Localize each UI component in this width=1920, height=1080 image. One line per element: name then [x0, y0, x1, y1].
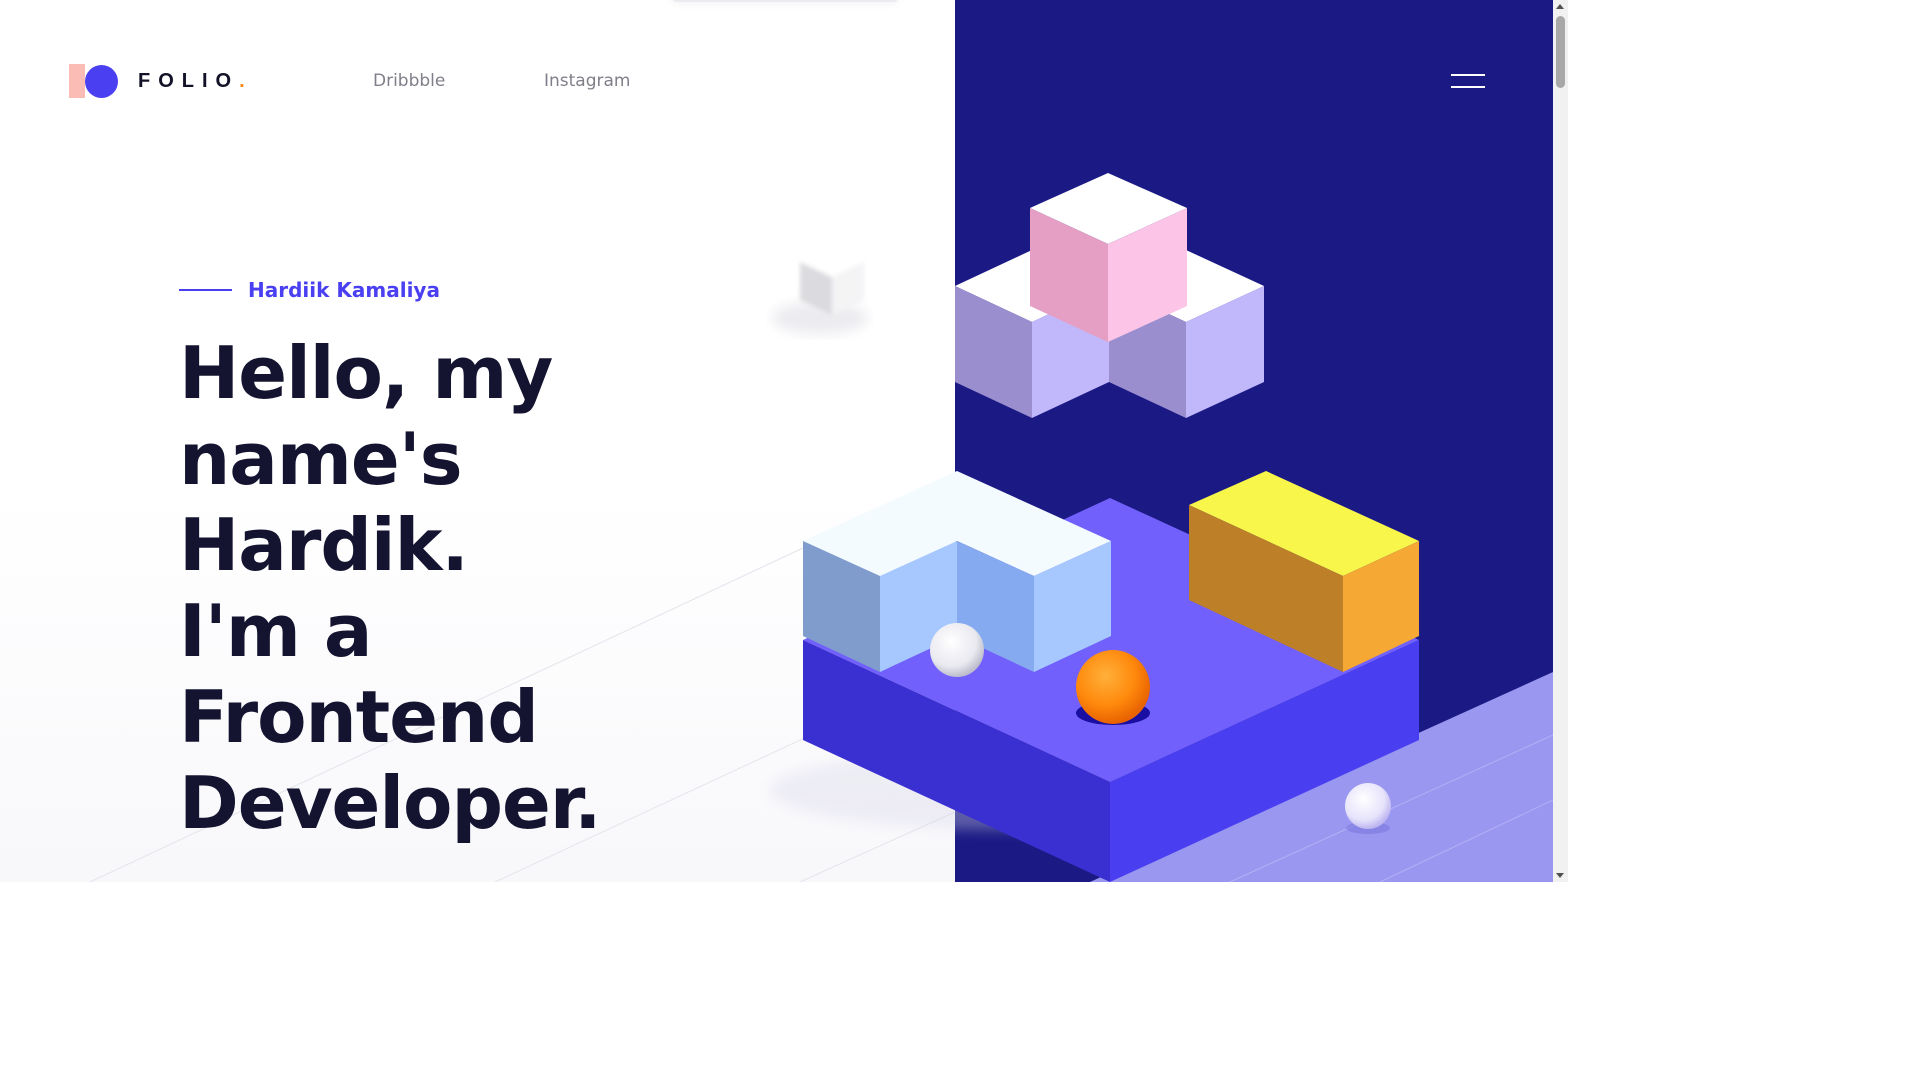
top-floating-shadow — [672, 0, 898, 2]
menu-line-bottom — [1451, 86, 1485, 88]
logo-circle — [85, 65, 118, 98]
logo-text: FOLIO — [138, 69, 240, 92]
hero-line: Hardik. — [179, 503, 469, 587]
logo[interactable]: FOLIO. — [69, 64, 245, 98]
hero-line: I'm a — [179, 589, 373, 673]
white-ball — [930, 623, 984, 677]
logo-wordmark: FOLIO. — [138, 70, 245, 93]
nav-link-instagram[interactable]: Instagram — [544, 71, 631, 91]
menu-line-top — [1451, 74, 1485, 76]
eyebrow-name: Hardiik Kamaliya — [248, 278, 440, 302]
orange-ball — [1076, 650, 1150, 725]
logo-rect — [69, 64, 85, 98]
scroll-down-arrow-icon[interactable] — [1556, 873, 1564, 878]
page-scrollbar[interactable] — [1553, 0, 1568, 882]
hero-line: Hello, my — [179, 331, 553, 415]
hamburger-menu-icon[interactable] — [1451, 74, 1485, 90]
top-cube-cluster — [955, 173, 1264, 418]
hero-heading: Hello, my name's Hardik. I'm a Frontend … — [179, 330, 739, 846]
hero-line: Developer. — [179, 761, 601, 845]
nav-link-dribbble[interactable]: Dribbble — [373, 71, 445, 91]
scroll-thumb[interactable] — [1556, 16, 1565, 88]
logo-dot: . — [239, 69, 245, 92]
eyebrow-line — [179, 289, 232, 291]
logo-mark-icon — [69, 64, 119, 98]
scroll-up-arrow-icon[interactable] — [1556, 4, 1564, 9]
lavender-ball — [1345, 783, 1391, 834]
hero-line: name's — [179, 417, 463, 501]
blurred-floating-cube — [772, 247, 868, 334]
hero-line: Frontend — [179, 675, 539, 759]
hero-eyebrow: Hardiik Kamaliya — [179, 278, 440, 302]
